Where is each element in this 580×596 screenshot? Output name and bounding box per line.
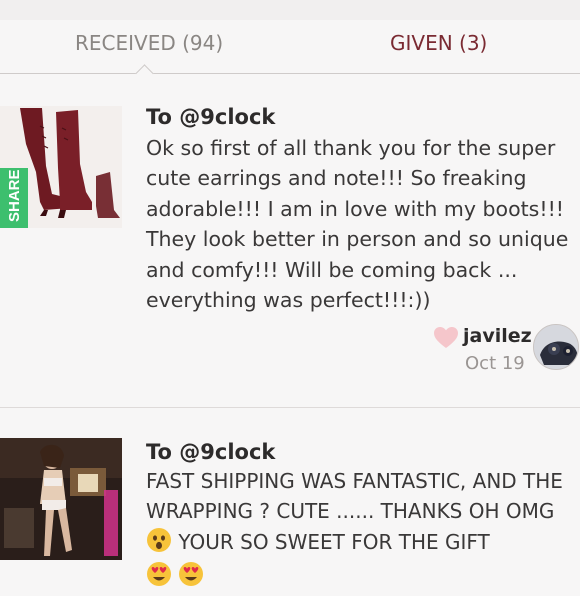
share-badge: SHARE	[6, 169, 23, 222]
author-avatar[interactable]	[533, 324, 579, 370]
recipient-label[interactable]: To @9clock	[146, 105, 275, 129]
boots-photo: SHARE	[0, 106, 122, 228]
tab-bar: RECEIVED (94) GIVEN (3)	[0, 20, 580, 74]
note-message: FAST SHIPPING WAS FANTASTIC, AND THE WRA…	[146, 466, 572, 596]
tab-given[interactable]: GIVEN (3)	[390, 28, 487, 68]
heart-eyes-emoji	[178, 561, 204, 595]
astonished-face-emoji	[146, 527, 172, 561]
heart-eyes-emoji	[146, 561, 172, 595]
note-message-part1: FAST SHIPPING WAS FANTASTIC, AND THE WRA…	[146, 469, 563, 524]
tab-received[interactable]: RECEIVED (94)	[75, 28, 223, 68]
author-username[interactable]: javilez	[463, 325, 532, 347]
listing-thumbnail[interactable]	[0, 438, 122, 560]
love-note-card: To @9clock FAST SHIPPING WAS FANTASTIC, …	[0, 408, 580, 587]
top-strip	[0, 0, 580, 20]
note-message-part2: YOUR SO SWEET FOR THE GIFT	[178, 529, 490, 554]
heart-icon[interactable]	[434, 327, 458, 349]
recipient-label[interactable]: To @9clock	[146, 440, 275, 464]
note-date: Oct 19	[465, 353, 525, 374]
listing-thumbnail[interactable]: SHARE	[0, 106, 122, 228]
love-note-card: SHARE To @9clock Ok so first of all than…	[0, 74, 580, 407]
note-message: Ok so first of all thank you for the sup…	[146, 136, 569, 313]
lingerie-photo	[0, 438, 122, 560]
